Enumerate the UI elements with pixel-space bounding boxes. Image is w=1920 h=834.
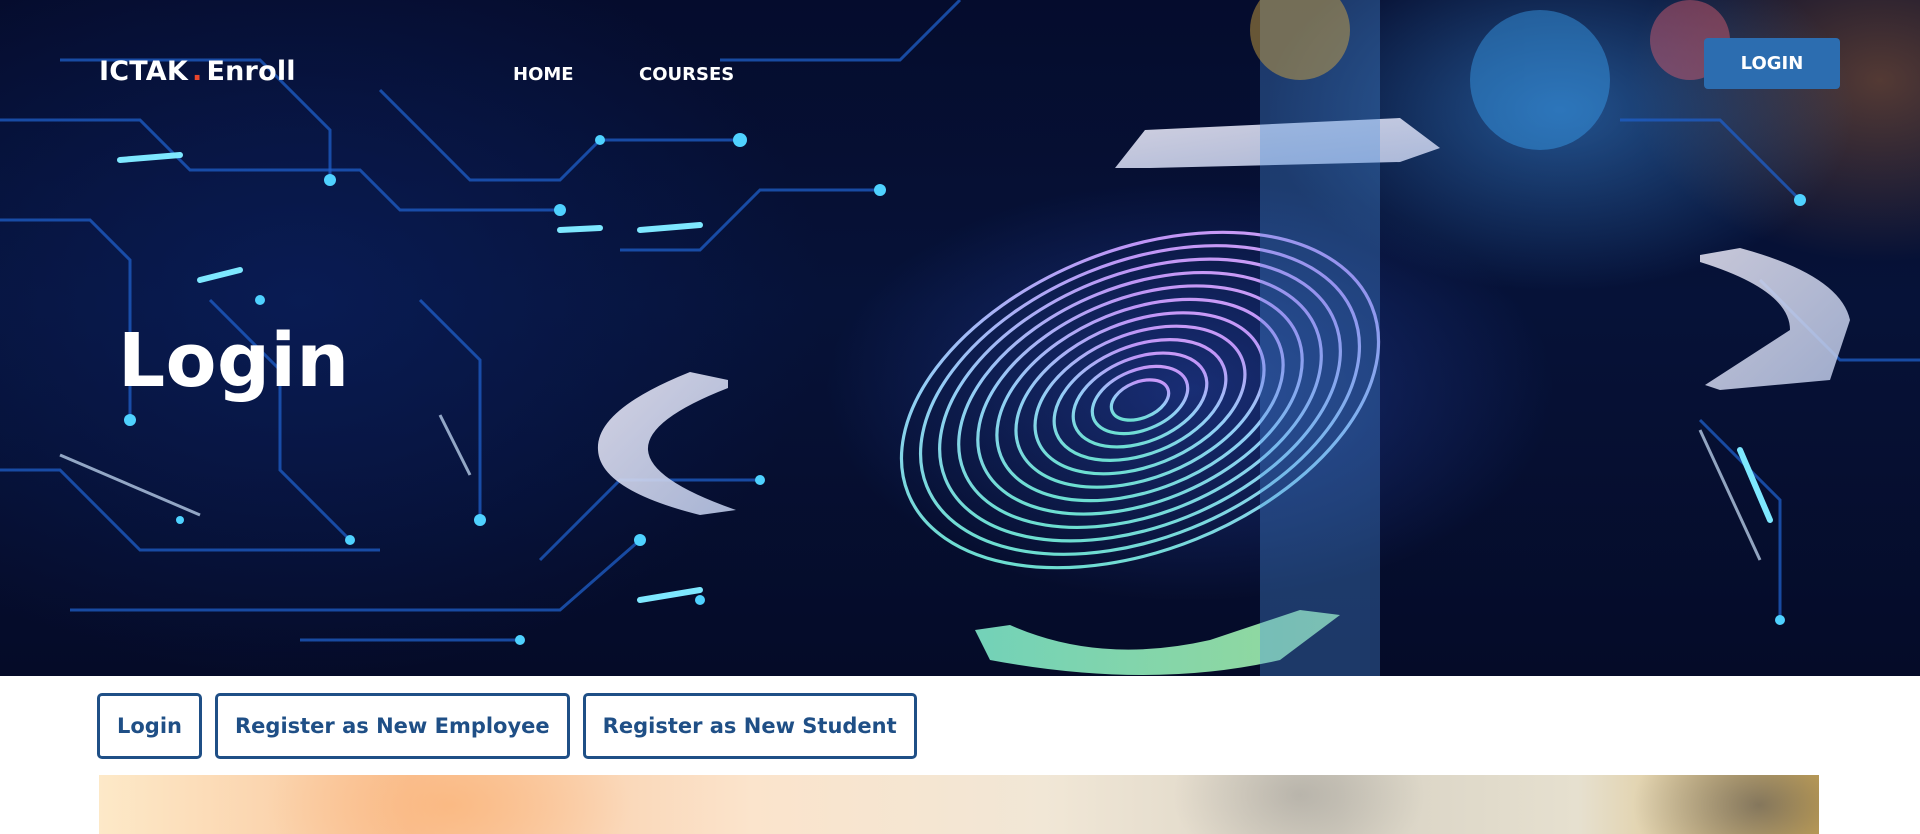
- nav-home-link[interactable]: HOME: [513, 64, 574, 85]
- page: ICTAK. Enroll HOME COURSES LOGIN Login Lo…: [0, 0, 1920, 834]
- nav-courses-link[interactable]: COURSES: [639, 64, 734, 85]
- brand-name-part1: ICTAK: [99, 56, 189, 87]
- brand-name-part2: Enroll: [206, 56, 296, 87]
- tab-login[interactable]: Login: [97, 693, 202, 759]
- tab-register-employee[interactable]: Register as New Employee: [215, 693, 570, 759]
- auth-tabs: Login Register as New Employee Register …: [97, 693, 917, 759]
- header-login-button[interactable]: LOGIN: [1704, 38, 1840, 89]
- brand-dot: .: [192, 56, 203, 87]
- page-title: Login: [118, 318, 350, 404]
- content-banner-image: [99, 775, 1819, 834]
- hero-banner: ICTAK. Enroll HOME COURSES LOGIN Login: [0, 0, 1920, 676]
- brand-logo[interactable]: ICTAK. Enroll: [99, 56, 296, 87]
- tab-register-student[interactable]: Register as New Student: [582, 693, 917, 759]
